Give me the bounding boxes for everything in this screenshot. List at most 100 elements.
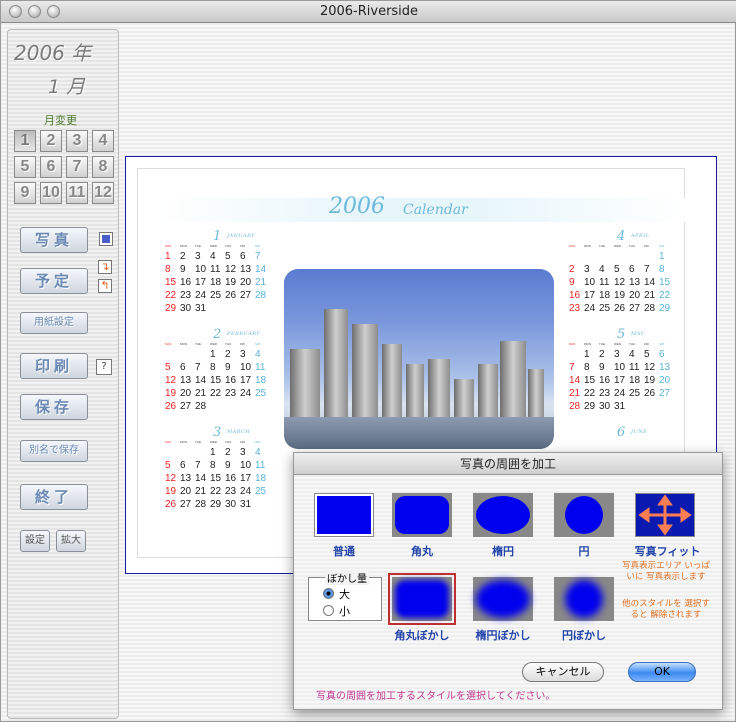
calendar-day: 26	[644, 388, 656, 399]
calendar-day: 23	[569, 303, 581, 314]
calendar-day: 21	[644, 290, 656, 301]
month-number: 4	[617, 229, 626, 244]
blur-small-radio[interactable]	[323, 605, 334, 616]
calendar-day: 7	[195, 362, 201, 373]
calendar-day: 27	[240, 290, 252, 301]
month-button-11[interactable]: 11	[66, 182, 88, 204]
calendar-day: 17	[584, 290, 596, 301]
calendar-day: 11	[629, 362, 640, 373]
calendar-day: 1	[210, 349, 216, 360]
option-rounded[interactable]	[392, 493, 452, 537]
calendar-day: 17	[614, 375, 626, 386]
cancel-button[interactable]: キャンセル	[522, 662, 604, 682]
calendar-day: 12	[165, 375, 177, 386]
help-button[interactable]: ?	[96, 359, 112, 375]
calendar-day: 20	[240, 277, 252, 288]
option-ellipse[interactable]	[473, 493, 533, 537]
save-button[interactable]: 保存	[20, 394, 88, 420]
calendar-day	[225, 302, 240, 315]
year-display: 2006 年	[14, 41, 92, 65]
calendar-day	[644, 250, 659, 263]
calendar-day: 28	[569, 401, 581, 412]
close-window-icon[interactable]	[9, 5, 22, 18]
calendar-day: 28	[255, 290, 267, 301]
zoom-window-icon[interactable]	[47, 5, 60, 18]
calendar-day: 22	[210, 388, 222, 399]
save-as-button[interactable]: 別名で保存	[20, 440, 88, 462]
calendar-day	[240, 302, 255, 315]
option-ellipse-blur-label: 楕円ぼかし	[475, 629, 531, 642]
calendar-day: 16	[569, 290, 581, 301]
calendar-day: 24	[240, 486, 252, 497]
calendar-day: 18	[210, 277, 222, 288]
arrow-up-icon[interactable]: ↰	[98, 279, 112, 293]
month-button-4[interactable]: 4	[92, 130, 114, 152]
option-ellipse-blur[interactable]	[473, 577, 533, 621]
month-button-6[interactable]: 6	[40, 156, 62, 178]
window-title: 2006-Riverside	[319, 4, 419, 19]
option-photo-fit[interactable]	[635, 493, 695, 537]
calendar-day: 25	[599, 303, 611, 314]
settings-button[interactable]: 設定	[20, 530, 50, 552]
calendar-day: 24	[195, 290, 207, 301]
quit-button[interactable]: 終了	[20, 484, 88, 510]
calendar-day	[629, 250, 644, 263]
calendar-day	[614, 250, 629, 263]
minimize-window-icon[interactable]	[28, 5, 41, 18]
option-normal[interactable]	[314, 493, 374, 537]
month-name: MAY	[631, 331, 645, 337]
calendar-day: 6	[659, 349, 665, 360]
calendar-day: 19	[644, 375, 656, 386]
calendar-day: 13	[629, 277, 641, 288]
calendar-photo[interactable]	[284, 269, 554, 449]
calendar-day: 1	[165, 251, 171, 262]
calendar-day: 23	[180, 290, 192, 301]
option-circle-blur[interactable]	[554, 577, 614, 621]
month-button-3[interactable]: 3	[66, 130, 88, 152]
calendar-day: 17	[240, 375, 252, 386]
blur-amount-group: ぼかし量 大 小	[308, 570, 382, 621]
calendar-day: 4	[210, 251, 216, 262]
calendar-day: 22	[210, 486, 222, 497]
calendar-day: 29	[210, 499, 222, 510]
blur-amount-title: ぼかし量	[325, 570, 369, 585]
month-button-2[interactable]: 2	[40, 130, 62, 152]
option-circle[interactable]	[554, 493, 614, 537]
month-button-7[interactable]: 7	[66, 156, 88, 178]
schedule-button[interactable]: 予定	[20, 268, 88, 294]
photo-button[interactable]: 写真	[20, 227, 88, 253]
month-number: 1	[213, 229, 222, 244]
paper-settings-button[interactable]: 用紙設定	[20, 312, 88, 334]
calendar-day	[659, 400, 674, 413]
option-rounded-blur[interactable]	[388, 573, 456, 625]
print-button[interactable]: 印刷	[20, 353, 88, 379]
ok-button[interactable]: OK	[628, 662, 696, 682]
month-button-5[interactable]: 5	[14, 156, 36, 178]
calendar-day: 10	[195, 264, 207, 275]
option-rounded-label: 角丸	[411, 545, 433, 558]
calendar-day: 20	[180, 486, 192, 497]
photo-frame-icon[interactable]	[99, 232, 113, 246]
calendar-day: 26	[614, 303, 626, 314]
calendar-day: 2	[180, 251, 186, 262]
month-button-10[interactable]: 10	[40, 182, 62, 204]
zoom-button[interactable]: 拡大	[56, 530, 86, 552]
option-circle-label: 円	[578, 545, 590, 558]
month-button-8[interactable]: 8	[92, 156, 114, 178]
arrow-down-icon[interactable]: ↴	[98, 260, 112, 274]
calendar-day: 6	[629, 264, 635, 275]
calendar-day: 30	[180, 303, 192, 314]
calendar-month: 3 MARCH SUN MON TUE WED THU FRI SAT 1 2 3 4 5 6 7 8 9 10 11…	[165, 425, 275, 511]
blur-large-radio[interactable]	[323, 588, 334, 599]
calendar-day: 9	[225, 460, 231, 471]
calendar-day: 14	[255, 264, 267, 275]
month-button-12[interactable]: 12	[92, 182, 114, 204]
calendar-day: 9	[180, 264, 186, 275]
month-button-9[interactable]: 9	[14, 182, 36, 204]
month-button-1[interactable]: 1	[14, 130, 36, 152]
calendar-day: 27	[659, 388, 671, 399]
calendar-day: 19	[165, 486, 177, 497]
month-display: 1 月	[48, 76, 86, 98]
calendar-day: 31	[614, 401, 626, 412]
calendar-day: 14	[195, 375, 207, 386]
